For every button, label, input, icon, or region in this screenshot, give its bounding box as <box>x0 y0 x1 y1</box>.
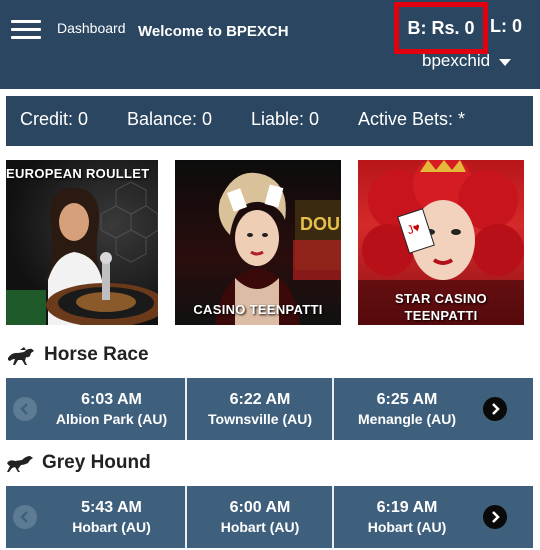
horse-race-title: Horse Race <box>44 344 149 365</box>
banner-caption-line1: STAR CASINO <box>395 291 487 306</box>
account-summary-bar: Credit: 0 Balance: 0 Liable: 0 Active Be… <box>6 96 533 146</box>
prev-arrow-icon[interactable] <box>13 397 37 421</box>
race-time: 6:25 AM <box>376 391 438 408</box>
grey-hound-row: 5:43 AM Hobart (AU) 6:00 AM Hobart (AU) … <box>6 486 533 548</box>
race-venue: Menangle (AU) <box>358 411 456 427</box>
teenpatti-illustration: DOUB <box>215 172 341 325</box>
race-time: 6:22 AM <box>229 391 291 408</box>
race-time: 5:43 AM <box>81 499 142 516</box>
horse-race-heading: Horse Race <box>6 344 149 366</box>
race-card[interactable]: 6:25 AM Menangle (AU) <box>334 378 480 440</box>
race-card[interactable]: 6:03 AM Albion Park (AU) <box>38 378 185 440</box>
hamburger-menu-icon[interactable] <box>11 20 41 40</box>
race-card[interactable]: 5:43 AM Hobart (AU) <box>38 486 185 548</box>
grey-hound-heading: Grey Hound <box>6 452 151 474</box>
banner-european-roulette[interactable]: EUROPEAN ROULLET <box>6 160 158 325</box>
race-card[interactable]: 6:19 AM Hobart (AU) <box>334 486 480 548</box>
roulette-illustration <box>6 181 158 325</box>
balance-value: Balance: 0 <box>127 109 213 129</box>
banner-casino-teenpatti[interactable]: DOUB CASINO TEENPATTI <box>175 160 341 325</box>
race-venue: Albion Park (AU) <box>55 411 168 427</box>
grey-hound-title: Grey Hound <box>42 452 151 473</box>
race-card[interactable]: 6:00 AM Hobart (AU) <box>187 486 333 548</box>
race-time: 6:00 AM <box>229 499 291 516</box>
banner-caption: CASINO TEENPATTI <box>193 302 323 317</box>
liable-value: Liable: 0 <box>251 109 320 129</box>
race-time: 6:03 AM <box>81 391 142 408</box>
balance-indicator: B: Rs. 0 <box>394 2 488 54</box>
next-arrow-icon[interactable] <box>483 505 507 529</box>
horse-race-row: 6:03 AM Albion Park (AU) 6:22 AM Townsvi… <box>6 378 533 440</box>
next-arrow-icon[interactable] <box>483 397 507 421</box>
credit-value: Credit: 0 <box>20 109 89 129</box>
caret-down-icon <box>499 58 512 66</box>
prev-arrow-icon[interactable] <box>13 505 37 529</box>
race-time: 6:19 AM <box>376 499 438 516</box>
horse-icon <box>8 347 34 365</box>
banner-star-casino-teenpatti[interactable]: J♥ STAR CASINO TEENPATTI <box>358 160 524 325</box>
race-card[interactable]: 6:22 AM Townsville (AU) <box>187 378 333 440</box>
top-header: Dashboard Welcome to BPEXCH B: Rs. 0 L: … <box>0 0 540 89</box>
username: bpexchid <box>422 51 491 70</box>
race-venue: Hobart (AU) <box>220 519 300 535</box>
balance-text: B: Rs. 0 <box>407 17 475 38</box>
greyhound-icon <box>7 456 33 472</box>
svg-text:DOUB: DOUB <box>300 214 341 234</box>
welcome-text: Welcome to BPEXCH <box>138 23 289 40</box>
banner-caption-line2: TEENPATTI <box>404 308 478 323</box>
race-venue: Hobart (AU) <box>367 519 447 535</box>
user-menu-dropdown[interactable]: bpexchid <box>422 51 512 71</box>
active-bets-value: Active Bets: * <box>358 109 466 129</box>
race-venue: Townsville (AU) <box>208 411 312 427</box>
race-venue: Hobart (AU) <box>72 519 151 535</box>
liability-indicator: L: 0 <box>490 16 523 36</box>
dashboard-link[interactable]: Dashboard <box>57 20 126 36</box>
banner-caption: EUROPEAN ROULLET <box>6 166 150 181</box>
